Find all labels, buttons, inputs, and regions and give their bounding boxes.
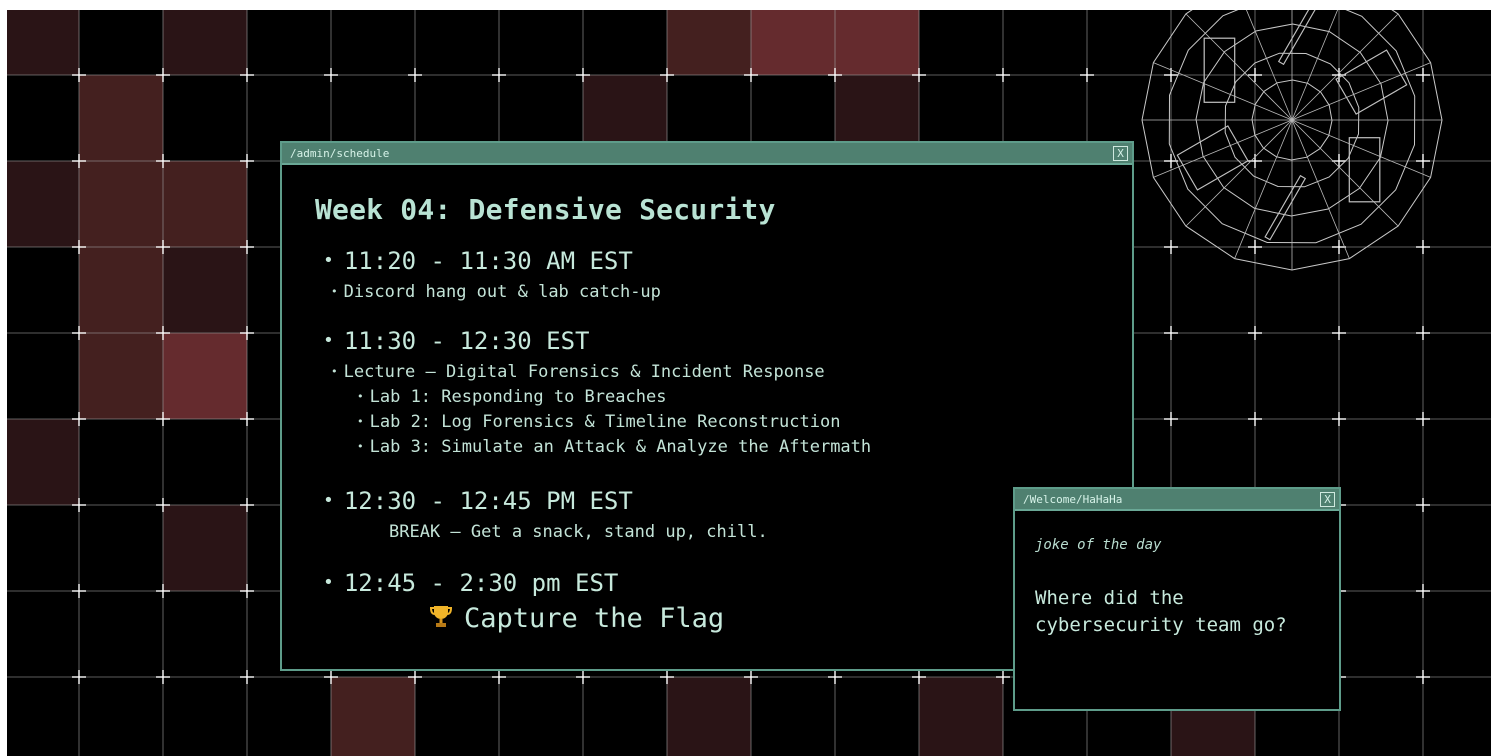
grid-tile xyxy=(163,505,247,591)
time-slot-3: • 12:30 - 12:45 PM EST xyxy=(323,487,633,515)
list-item: • Lecture – Digital Forensics & Incident … xyxy=(331,362,825,382)
grid-tile xyxy=(7,10,79,75)
grid-tile xyxy=(7,419,79,505)
grid-tile xyxy=(667,677,751,756)
wireframe-spoke xyxy=(1185,119,1293,227)
trophy-icon xyxy=(429,604,453,635)
wireframe-spoke xyxy=(1291,10,1338,121)
ctf-highlight: Capture the Flag xyxy=(429,603,724,635)
wireframe-polygon-icon xyxy=(1141,10,1443,271)
joke-label: joke of the day xyxy=(1035,537,1162,553)
wireframe-block xyxy=(1176,125,1249,191)
grid-tile xyxy=(79,161,163,247)
wireframe-spoke xyxy=(1291,119,1431,178)
wireframe-spoke xyxy=(1246,10,1293,121)
grid-tile xyxy=(79,75,163,161)
bullet-icon: • xyxy=(323,490,334,511)
grid-tile xyxy=(667,10,751,75)
list-item-lab-3: • Lab 3: Simulate an Attack & Analyze the… xyxy=(357,437,872,457)
close-button[interactable]: X xyxy=(1113,145,1128,161)
bullet-icon: • xyxy=(357,415,364,428)
bullet-icon: • xyxy=(331,285,338,298)
wireframe-block xyxy=(1335,49,1408,115)
bullet-icon: • xyxy=(323,250,334,271)
wireframe-block xyxy=(1264,174,1306,241)
schedule-window-titlebar[interactable]: /admin/schedule X xyxy=(282,143,1132,165)
wireframe-block xyxy=(1264,175,1307,241)
grid-tile xyxy=(7,161,79,247)
page-title: Week 04: Defensive Security xyxy=(315,193,776,226)
wireframe-block xyxy=(1335,49,1408,115)
window-path: /admin/schedule xyxy=(290,146,390,160)
close-button[interactable]: X xyxy=(1320,491,1335,507)
wireframe-spoke xyxy=(1291,119,1399,227)
desktop-background: /admin/schedule X Week 04: Defensive Sec… xyxy=(7,10,1491,756)
grid-tile xyxy=(835,10,919,75)
time-slot-1: • 11:20 - 11:30 AM EST xyxy=(323,247,633,275)
bullet-icon: • xyxy=(357,440,364,453)
grid-tile xyxy=(331,677,415,756)
window-path: /Welcome/HaHaHa xyxy=(1023,492,1123,506)
time-slot-4: • 12:45 - 2:30 pm EST xyxy=(323,569,619,597)
schedule-window[interactable]: /admin/schedule X Week 04: Defensive Sec… xyxy=(280,141,1134,671)
wireframe-spoke xyxy=(1185,13,1293,121)
break-note: BREAK – Get a snack, stand up, chill. xyxy=(389,522,768,542)
list-item: • Discord hang out & lab catch-up xyxy=(331,282,661,302)
grid-tile xyxy=(79,333,163,419)
joke-window[interactable]: /Welcome/HaHaHa X joke of the day Where … xyxy=(1013,487,1341,711)
grid-tile xyxy=(79,247,163,333)
joke-question: Where did the cybersecurity team go? xyxy=(1035,587,1287,636)
wireframe-spoke xyxy=(1291,13,1399,121)
wireframe-spoke xyxy=(1153,62,1293,121)
grid-tile xyxy=(163,10,247,75)
grid-tile xyxy=(163,247,247,333)
bullet-icon: • xyxy=(323,330,334,351)
grid-tile xyxy=(919,677,1003,756)
bullet-icon: • xyxy=(357,390,364,403)
grid-tile xyxy=(751,10,835,75)
wireframe-spoke xyxy=(1291,119,1350,259)
wireframe-block xyxy=(1176,125,1249,191)
joke-window-titlebar[interactable]: /Welcome/HaHaHa X xyxy=(1015,489,1339,511)
list-item-lab-1: • Lab 1: Responding to Breaches xyxy=(357,387,667,407)
bullet-icon: • xyxy=(323,572,334,593)
bullet-icon: • xyxy=(331,365,338,378)
time-slot-2: • 11:30 - 12:30 EST xyxy=(323,327,590,355)
list-item-lab-2: • Lab 2: Log Forensics & Timeline Reconst… xyxy=(357,412,841,432)
wireframe-spoke xyxy=(1234,119,1293,259)
grid-tile xyxy=(163,333,247,419)
grid-tile xyxy=(163,161,247,247)
